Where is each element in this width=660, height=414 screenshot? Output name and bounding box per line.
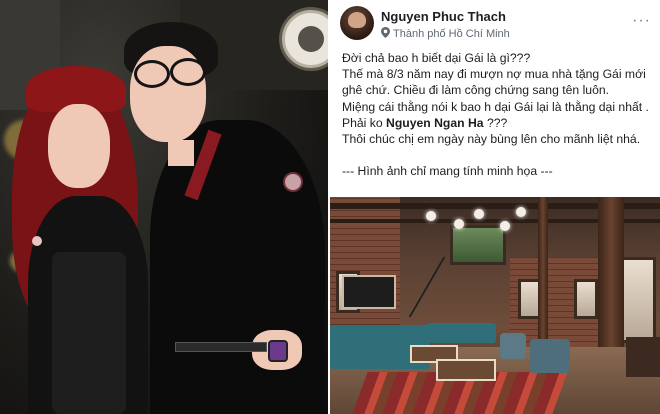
lounge-chair: [530, 339, 570, 373]
glasses-right: [170, 58, 206, 86]
pendant-light: [474, 209, 484, 219]
window: [620, 257, 656, 343]
facebook-post: Nguyen Phuc Thach Thành phố Hồ Chí Minh …: [330, 0, 660, 414]
wristwatch: [268, 340, 288, 362]
pin-badge: [32, 236, 42, 246]
framed-artwork: [342, 275, 396, 309]
location-row: Thành phố Hồ Chí Minh: [381, 27, 510, 41]
pendant-light: [426, 211, 436, 221]
glasses-left: [134, 60, 170, 88]
pendant-light: [516, 207, 526, 217]
lapel-badge: [283, 172, 303, 192]
couple-photo: [0, 0, 328, 414]
staircase: [408, 257, 510, 317]
caption-line: --- Hình ảnh chỉ mang tính minh họa ---: [342, 164, 553, 179]
author-avatar[interactable]: [340, 6, 374, 40]
window: [574, 279, 598, 319]
lounge-chair: [500, 333, 526, 359]
location-pin-icon: [381, 27, 390, 41]
post-text-segment: ???: [483, 115, 508, 130]
more-options-icon[interactable]: ···: [632, 12, 651, 30]
author-name[interactable]: Nguyen Phuc Thach: [381, 9, 506, 24]
belt: [175, 342, 267, 352]
post-line: Thế mà 8/3 năm nay đi mượn nợ mua nhà tặ…: [342, 67, 646, 98]
post-text: Đời chả bao h biết dại Gái là gì??? Thế …: [342, 50, 654, 180]
post-line: Đời chả bao h biết dại Gái là gì???: [342, 51, 531, 65]
loft-interior-photo[interactable]: [330, 197, 660, 414]
man-neck: [168, 140, 194, 166]
screenshot: Nguyen Phuc Thach Thành phố Hồ Chí Minh …: [0, 0, 660, 414]
woman-face: [48, 104, 110, 188]
woman-leather-vest: [52, 252, 126, 414]
pendant-light: [454, 219, 464, 229]
coffee-table: [436, 359, 496, 381]
location-label[interactable]: Thành phố Hồ Chí Minh: [393, 28, 510, 40]
post-line: Miệng cái thằng nói k bao h dại Gái lại …: [342, 99, 654, 131]
pendant-light: [500, 221, 510, 231]
mention-link[interactable]: Nguyen Ngan Ha: [386, 116, 484, 130]
teal-sofa: [426, 323, 496, 343]
kitchen-counter: [626, 337, 660, 377]
post-line: Thôi chúc chị em ngày này bùng lên cho m…: [342, 132, 641, 147]
